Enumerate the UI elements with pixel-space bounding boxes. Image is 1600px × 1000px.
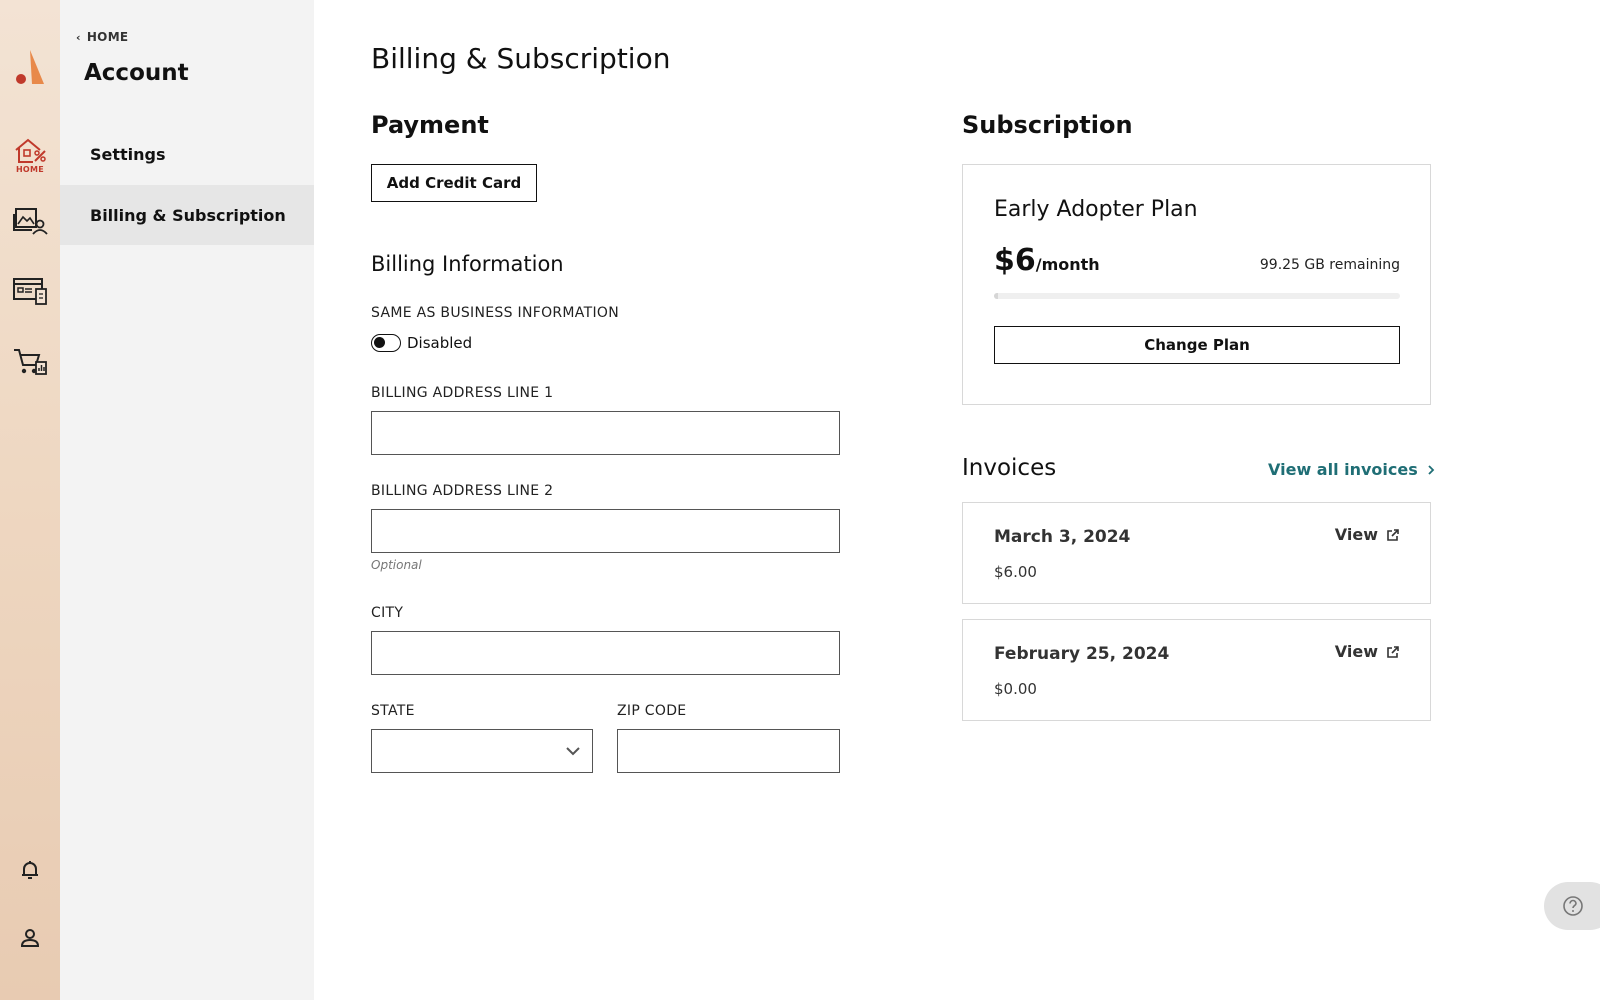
home-sale-icon — [15, 138, 46, 163]
toggle-knob — [374, 337, 385, 348]
address2-input[interactable] — [371, 509, 840, 553]
sidebar-item-billing[interactable]: Billing & Subscription — [60, 185, 314, 245]
state-select[interactable] — [371, 729, 593, 773]
sidebar-item-settings[interactable]: Settings — [60, 124, 314, 184]
question-circle-icon — [1563, 896, 1583, 916]
invoice-date: March 3, 2024 — [994, 527, 1131, 547]
invoice-view-label: View — [1334, 525, 1378, 544]
cart-analytics-icon — [14, 349, 47, 375]
chevron-down-icon — [566, 747, 580, 756]
change-plan-button[interactable]: Change Plan — [994, 326, 1400, 364]
address2-label: BILLING ADDRESS LINE 2 — [371, 483, 554, 499]
address1-input[interactable] — [371, 411, 840, 455]
city-label: CITY — [371, 605, 404, 621]
same-as-business-label: SAME AS BUSINESS INFORMATION — [371, 305, 619, 321]
invoice-view-link[interactable]: View — [1335, 525, 1400, 544]
storefront-icon — [13, 278, 47, 305]
same-as-business-toggle[interactable] — [371, 334, 401, 352]
price-amount: $6 — [994, 243, 1036, 278]
billing-info-heading: Billing Information — [371, 252, 564, 276]
payment-heading: Payment — [371, 111, 489, 139]
invoice-view-label: View — [1334, 642, 1378, 661]
city-input[interactable] — [371, 631, 840, 675]
plan-name: Early Adopter Plan — [994, 197, 1198, 222]
user-icon — [20, 929, 40, 947]
subscription-heading: Subscription — [962, 111, 1133, 139]
help-button[interactable] — [1544, 882, 1600, 930]
toggle-state-label: Disabled — [407, 334, 473, 352]
sidebar-item-label: Settings — [90, 144, 166, 164]
bell-icon — [22, 861, 38, 879]
brand-logo-icon[interactable] — [14, 46, 46, 86]
back-home-label: HOME — [86, 30, 129, 44]
icon-rail: HOME — [0, 0, 60, 1000]
rail-cart[interactable] — [10, 346, 50, 376]
sidebar-item-label: Billing & Subscription — [90, 205, 286, 225]
view-all-invoices-link[interactable]: View all invoices — [1268, 460, 1436, 479]
rail-notifications[interactable] — [10, 858, 50, 882]
account-sidebar: ‹ HOME Account Settings Billing & Subscr… — [60, 0, 314, 1000]
rail-profile[interactable] — [10, 926, 50, 950]
storage-progress-bar — [994, 293, 1400, 299]
address1-label: BILLING ADDRESS LINE 1 — [371, 385, 554, 401]
state-label: STATE — [371, 703, 415, 719]
invoice-amount: $0.00 — [994, 680, 1037, 698]
rail-gallery[interactable] — [10, 206, 50, 236]
view-all-invoices-label: View all invoices — [1268, 460, 1418, 479]
invoice-amount: $6.00 — [994, 563, 1037, 581]
external-link-icon — [1387, 528, 1399, 541]
zip-label: ZIP CODE — [617, 703, 687, 719]
rail-home[interactable]: HOME — [10, 136, 50, 174]
gallery-user-icon — [13, 208, 48, 235]
storage-progress-fill — [994, 293, 999, 299]
plan-price: $6 /month — [994, 243, 1100, 278]
external-link-icon — [1387, 645, 1399, 658]
zip-input[interactable] — [617, 729, 840, 773]
address2-optional-hint: Optional — [371, 558, 422, 572]
price-period: /month — [1035, 255, 1100, 274]
page-title: Billing & Subscription — [371, 42, 671, 75]
invoice-date: February 25, 2024 — [994, 644, 1170, 664]
back-home-link[interactable]: ‹ HOME — [76, 30, 128, 44]
invoice-view-link[interactable]: View — [1335, 642, 1400, 661]
add-credit-card-button[interactable]: Add Credit Card — [371, 164, 537, 202]
sidebar-title: Account — [84, 60, 189, 86]
chevron-left-icon: ‹ — [76, 30, 81, 44]
rail-store[interactable] — [10, 276, 50, 306]
invoice-row: February 25, 2024 $0.00 View — [962, 619, 1431, 721]
invoices-heading: Invoices — [962, 455, 1057, 481]
subscription-card: Early Adopter Plan $6 /month 99.25 GB re… — [962, 164, 1431, 405]
storage-remaining: 99.25 GB remaining — [1259, 257, 1400, 273]
rail-home-label: HOME — [15, 165, 45, 174]
chevron-right-icon — [1428, 464, 1435, 475]
invoice-row: March 3, 2024 $6.00 View — [962, 502, 1431, 604]
